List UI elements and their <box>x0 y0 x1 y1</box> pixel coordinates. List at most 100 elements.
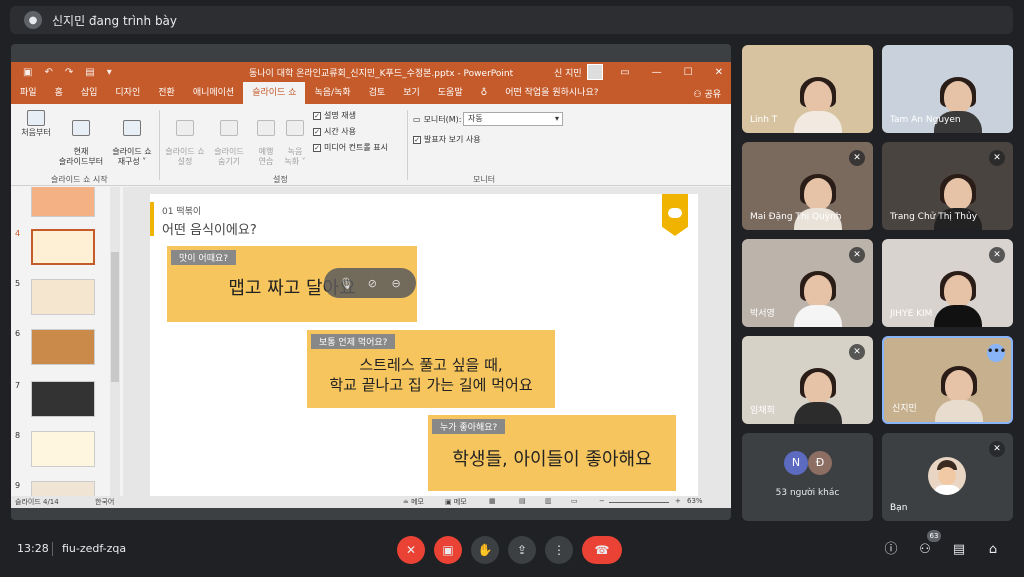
tab-slideshow[interactable]: 슬라이드 쇼 <box>243 82 306 104</box>
maximize-icon[interactable]: ☐ <box>684 67 693 78</box>
ppt-title-bar: ▣ ↶ ↷ ▤ ▾ 동나이 대학 온라인교류회_신지민_K푸드_수정본.pptx… <box>11 62 731 82</box>
hide-slide-button[interactable]: 슬라이드 숨기기 <box>209 110 249 166</box>
slide-thumbnail[interactable] <box>31 381 95 417</box>
presenter-text: 신지민 đang trình bày <box>52 13 178 28</box>
slideshow-view-icon[interactable]: ▭ <box>571 497 578 505</box>
custom-show-icon <box>123 119 141 136</box>
activities-icon[interactable]: ⌂ <box>984 541 1002 559</box>
customize-icon[interactable]: ▾ <box>107 67 112 78</box>
tab-help[interactable]: 도움말 <box>429 82 472 104</box>
thumbnail-number: 8 <box>15 431 21 440</box>
present-icon[interactable]: ▤ <box>85 67 94 78</box>
tab-file[interactable]: 파일 <box>11 82 46 104</box>
participant-tile[interactable]: ✕ 임채희 <box>742 336 873 424</box>
remove-icon[interactable]: ⊖ <box>392 277 401 290</box>
from-beginning-button[interactable]: 처음부터 <box>19 110 53 138</box>
from-current-button[interactable]: 현재 슬라이드부터 <box>55 110 107 166</box>
more-options-icon[interactable]: ••• <box>987 344 1006 362</box>
zoom-slider[interactable] <box>609 502 669 503</box>
leave-call-button[interactable]: ☎ <box>582 536 622 564</box>
monitor-icon: ▭ <box>413 115 421 124</box>
comments-button[interactable]: ▣ 메모 <box>445 497 467 507</box>
zoom-level[interactable]: 63% <box>687 497 703 505</box>
speech-bubble-icon <box>668 208 682 218</box>
setup-show-button[interactable]: 슬라이드 쇼 설정 <box>161 110 209 166</box>
scrollbar-thumb[interactable] <box>111 252 119 382</box>
record-button[interactable]: 녹음 녹화 ˅ <box>281 110 309 166</box>
share-button[interactable]: ⚇ 공유 <box>694 87 722 100</box>
tab-review[interactable]: 검토 <box>360 82 395 104</box>
participant-tile[interactable]: Tam An Nguyen <box>882 45 1013 133</box>
tab-animations[interactable]: 애니메이션 <box>184 82 243 104</box>
tab-home[interactable]: 홈 <box>46 82 72 104</box>
thumbnail-number: 4 <box>15 229 21 238</box>
current-slide[interactable]: 01 떡볶이 어떤 음식이에요? 맛이 어때요? 맵고 짜고 달아요 보통 언제… <box>150 194 698 502</box>
ribbon-display-icon[interactable]: ▭ <box>620 67 629 78</box>
present-screen-icon: ⇪ <box>516 543 528 557</box>
participant-tile[interactable]: ✕ JIHYE KIM <box>882 239 1013 327</box>
others-count: 53 người khác <box>775 488 840 498</box>
participant-tile[interactable]: ✕ Mai Đặng Thị Quỳnh <box>742 142 873 230</box>
camera-toggle-button[interactable]: ▣ <box>434 536 462 564</box>
participant-video <box>934 366 983 422</box>
monitor-select[interactable]: 자동 ▾ <box>463 112 563 126</box>
check-media-controls[interactable]: ✓ 미디어 컨트롤 표시 <box>313 142 388 153</box>
others-tile[interactable]: N Đ 53 người khác <box>742 433 873 521</box>
minimize-icon[interactable]: — <box>652 67 662 78</box>
participant-video <box>934 271 983 327</box>
custom-show-button[interactable]: 슬라이드 쇼 재구성 ˅ <box>107 110 157 166</box>
title-accent-bar <box>150 202 154 236</box>
zoom-out-icon[interactable]: − <box>599 497 605 505</box>
zoom-in-icon[interactable]: + <box>675 497 681 505</box>
slide-thumbnail[interactable] <box>31 481 95 497</box>
slide-thumbnail[interactable] <box>31 329 95 365</box>
chat-icon[interactable]: ▤ <box>950 541 968 559</box>
check-timings[interactable]: ✓ 시간 사용 <box>313 126 356 137</box>
slide-thumbnail[interactable] <box>31 187 95 217</box>
clock: 13:28 <box>17 542 49 555</box>
slide-thumbnail-selected[interactable] <box>31 229 95 265</box>
people-icon[interactable]: ⚇ <box>916 541 934 559</box>
participant-tile[interactable]: ✕ Trang Chử Thị Thủy <box>882 142 1013 230</box>
user-avatar[interactable] <box>587 64 603 80</box>
tab-transitions[interactable]: 전환 <box>149 82 184 104</box>
participant-tile-active-speaker[interactable]: ••• 신지민 <box>882 336 1013 424</box>
undo-icon[interactable]: ↶ <box>44 67 52 78</box>
slide-thumbnail[interactable] <box>31 279 95 315</box>
rehearse-button[interactable]: 예행 연습 <box>251 110 281 166</box>
close-icon[interactable]: ✕ <box>715 67 723 78</box>
participant-tile[interactable]: ✕ 박서영 <box>742 239 873 327</box>
tell-me-search[interactable]: 어떤 작업을 원하시나요? <box>496 82 607 104</box>
thumbnail-number: 6 <box>15 329 21 338</box>
mic-off-icon: ✕ <box>405 543 417 557</box>
more-options-button[interactable]: ⋮ <box>545 536 573 564</box>
thumbnail-scrollbar[interactable] <box>110 187 120 497</box>
slide-thumbnail[interactable] <box>31 431 95 467</box>
raise-hand-button[interactable]: ✋ <box>471 536 499 564</box>
tab-insert[interactable]: 삽입 <box>72 82 107 104</box>
tab-view[interactable]: 보기 <box>394 82 429 104</box>
group-start-label: 슬라이드 쇼 시작 <box>51 175 108 184</box>
redo-icon[interactable]: ↷ <box>65 67 73 78</box>
mute-audio-icon[interactable]: ⊘ <box>368 277 377 290</box>
tab-record[interactable]: 녹음/녹화 <box>305 82 359 104</box>
meeting-code: fiu-zedf-zqa <box>62 542 127 555</box>
mic-off-icon[interactable]: 🎙︎ <box>339 277 353 290</box>
check-presenter-view[interactable]: ✓ 발표자 보기 사용 <box>413 134 481 145</box>
self-tile[interactable]: ✕ Bạn <box>882 433 1013 521</box>
tab-design[interactable]: 디자인 <box>106 82 149 104</box>
notes-button[interactable]: ≐ 메모 <box>403 497 424 507</box>
normal-view-icon[interactable]: ▦ <box>489 497 496 505</box>
reading-view-icon[interactable]: ▥ <box>545 497 552 505</box>
mic-toggle-button[interactable]: ✕ <box>397 536 425 564</box>
hand-icon: ✋ <box>477 543 493 557</box>
participant-tile[interactable]: Linh T <box>742 45 873 133</box>
lightbulb-icon: ♁ <box>480 88 488 98</box>
slide-section-title: 01 떡볶이 <box>162 207 202 217</box>
sorter-view-icon[interactable]: ▤ <box>519 497 526 505</box>
check-narration[interactable]: ✓ 설명 재생 <box>313 110 356 121</box>
meeting-details-icon[interactable]: ⓘ <box>882 541 900 559</box>
save-icon[interactable]: ▣ <box>23 67 32 78</box>
language-indicator[interactable]: 한국어 <box>95 497 114 507</box>
present-button[interactable]: ⇪ <box>508 536 536 564</box>
